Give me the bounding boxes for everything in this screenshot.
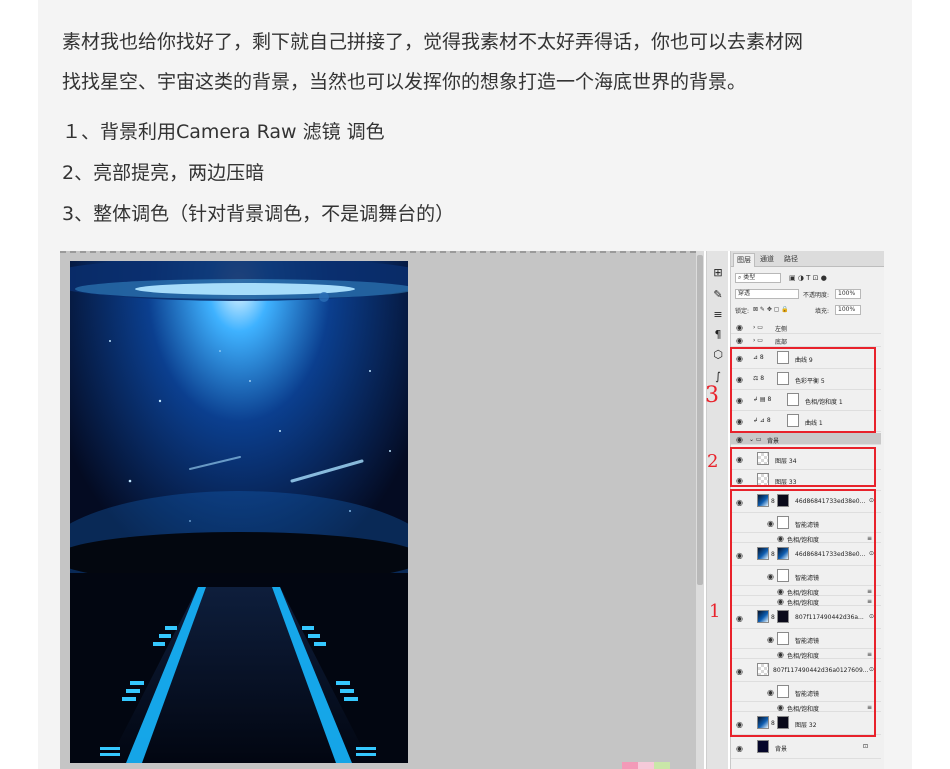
scroll-thumb[interactable] bbox=[697, 255, 703, 585]
eye-icon[interactable]: ◉ bbox=[736, 435, 743, 444]
layer-row[interactable]: ◉ › ▭ 底部 bbox=[731, 334, 881, 347]
photoshop-screenshot: ⊞ ✎ ≡ ¶ ⬡ ∫ 图层 通道 路径 ⌕ 类型 ▣ ◑ T ⊡ ● 穿透 不… bbox=[60, 251, 884, 769]
annotation-box-2 bbox=[730, 447, 876, 487]
lock-row: 锁定: ⊠ ✎ ✥ ▢ 🔒 填充: 100% bbox=[731, 303, 885, 317]
layer-name: 底部 bbox=[775, 339, 788, 346]
folder-icon: › ▭ bbox=[753, 324, 763, 331]
eye-icon[interactable]: ◉ bbox=[736, 744, 743, 753]
blend-row: 穿透 不透明度: 100% bbox=[731, 287, 885, 301]
filter-icons[interactable]: ▣ ◑ T ⊡ ● bbox=[789, 274, 827, 282]
layer-name: 背景 bbox=[775, 746, 788, 753]
panel-dock-toolstrip: ⊞ ✎ ≡ ¶ ⬡ ∫ bbox=[706, 251, 728, 769]
filter-label: 类型 bbox=[743, 274, 756, 281]
layer-row[interactable]: ◉ ⌄ ▭ 背景 bbox=[731, 433, 881, 445]
step-2: 2、亮部提亮，两边压暗 bbox=[62, 162, 265, 184]
search-icon: ⌕ bbox=[738, 274, 742, 281]
panel-tabs: 图层 通道 路径 bbox=[731, 251, 884, 267]
fill-label: 填充: bbox=[815, 308, 830, 315]
layer-row[interactable]: ◉ › ▭ 左侧 bbox=[731, 321, 881, 334]
layer-thumb bbox=[757, 740, 769, 753]
document-canvas bbox=[60, 251, 696, 769]
lock-icon[interactable]: ⊠ ✎ ✥ ▢ 🔒 bbox=[753, 306, 789, 313]
adjust-icon[interactable]: ≡ bbox=[710, 307, 726, 323]
layer-name: 左侧 bbox=[775, 326, 788, 333]
brush-icon[interactable]: ✎ bbox=[710, 287, 726, 303]
annotation-label-3: 3 bbox=[705, 383, 719, 408]
space-stage-poster bbox=[70, 261, 408, 763]
lock-icon: ⊡ bbox=[863, 743, 869, 750]
tab-paths[interactable]: 路径 bbox=[781, 253, 801, 267]
layer-name: 背景 bbox=[767, 438, 780, 445]
cube-icon[interactable]: ⬡ bbox=[710, 347, 726, 363]
opacity-label: 不透明度: bbox=[803, 292, 830, 299]
watermark bbox=[622, 758, 670, 769]
opacity-input[interactable]: 100% bbox=[835, 289, 861, 299]
folder-icon: ⌄ ▭ bbox=[749, 436, 762, 443]
step-3: 3、整体调色（针对背景调色，不是调舞台的） bbox=[62, 203, 455, 225]
folder-icon: › ▭ bbox=[753, 337, 763, 344]
canvas-scrollbar[interactable] bbox=[696, 251, 704, 769]
annotation-box-1 bbox=[730, 489, 876, 737]
layer-row[interactable]: ◉ 背景 ⊡ bbox=[731, 737, 881, 759]
tab-layers[interactable]: 图层 bbox=[733, 253, 755, 267]
step-1: １、背景利用Camera Raw 滤镜 调色 bbox=[62, 121, 385, 143]
filter-select[interactable]: ⌕ 类型 bbox=[735, 273, 781, 283]
article-block: 素材我也给你找好了，剩下就自己拼接了，觉得我素材不太好弄得话，你也可以去素材网 … bbox=[38, 0, 912, 769]
filter-row: ⌕ 类型 ▣ ◑ T ⊡ ● bbox=[731, 271, 885, 285]
step-list: １、背景利用Camera Raw 滤镜 调色 2、亮部提亮，两边压暗 3、整体调… bbox=[62, 117, 454, 240]
annotation-label-2: 2 bbox=[707, 451, 719, 472]
history-icon[interactable]: ⊞ bbox=[710, 265, 726, 281]
fill-input[interactable]: 100% bbox=[835, 305, 861, 315]
eye-icon[interactable]: ◉ bbox=[736, 336, 743, 345]
intro-line-1: 素材我也给你找好了，剩下就自己拼接了，觉得我素材不太好弄得话，你也可以去素材网 bbox=[62, 31, 804, 53]
annotation-box-3 bbox=[730, 347, 876, 433]
paragraph-icon[interactable]: ¶ bbox=[710, 327, 726, 343]
annotation-label-1: 1 bbox=[709, 601, 721, 622]
eye-icon[interactable]: ◉ bbox=[736, 323, 743, 332]
blend-mode-select[interactable]: 穿透 bbox=[735, 289, 799, 299]
intro-line-2: 找找星空、宇宙这类的背景，当然也可以发挥你的想象打造一个海底世界的背景。 bbox=[62, 71, 747, 93]
intro-paragraph: 素材我也给你找好了，剩下就自己拼接了，觉得我素材不太好弄得话，你也可以去素材网 … bbox=[62, 22, 803, 102]
tab-channels[interactable]: 通道 bbox=[757, 253, 777, 267]
lock-label: 锁定: bbox=[735, 308, 750, 315]
